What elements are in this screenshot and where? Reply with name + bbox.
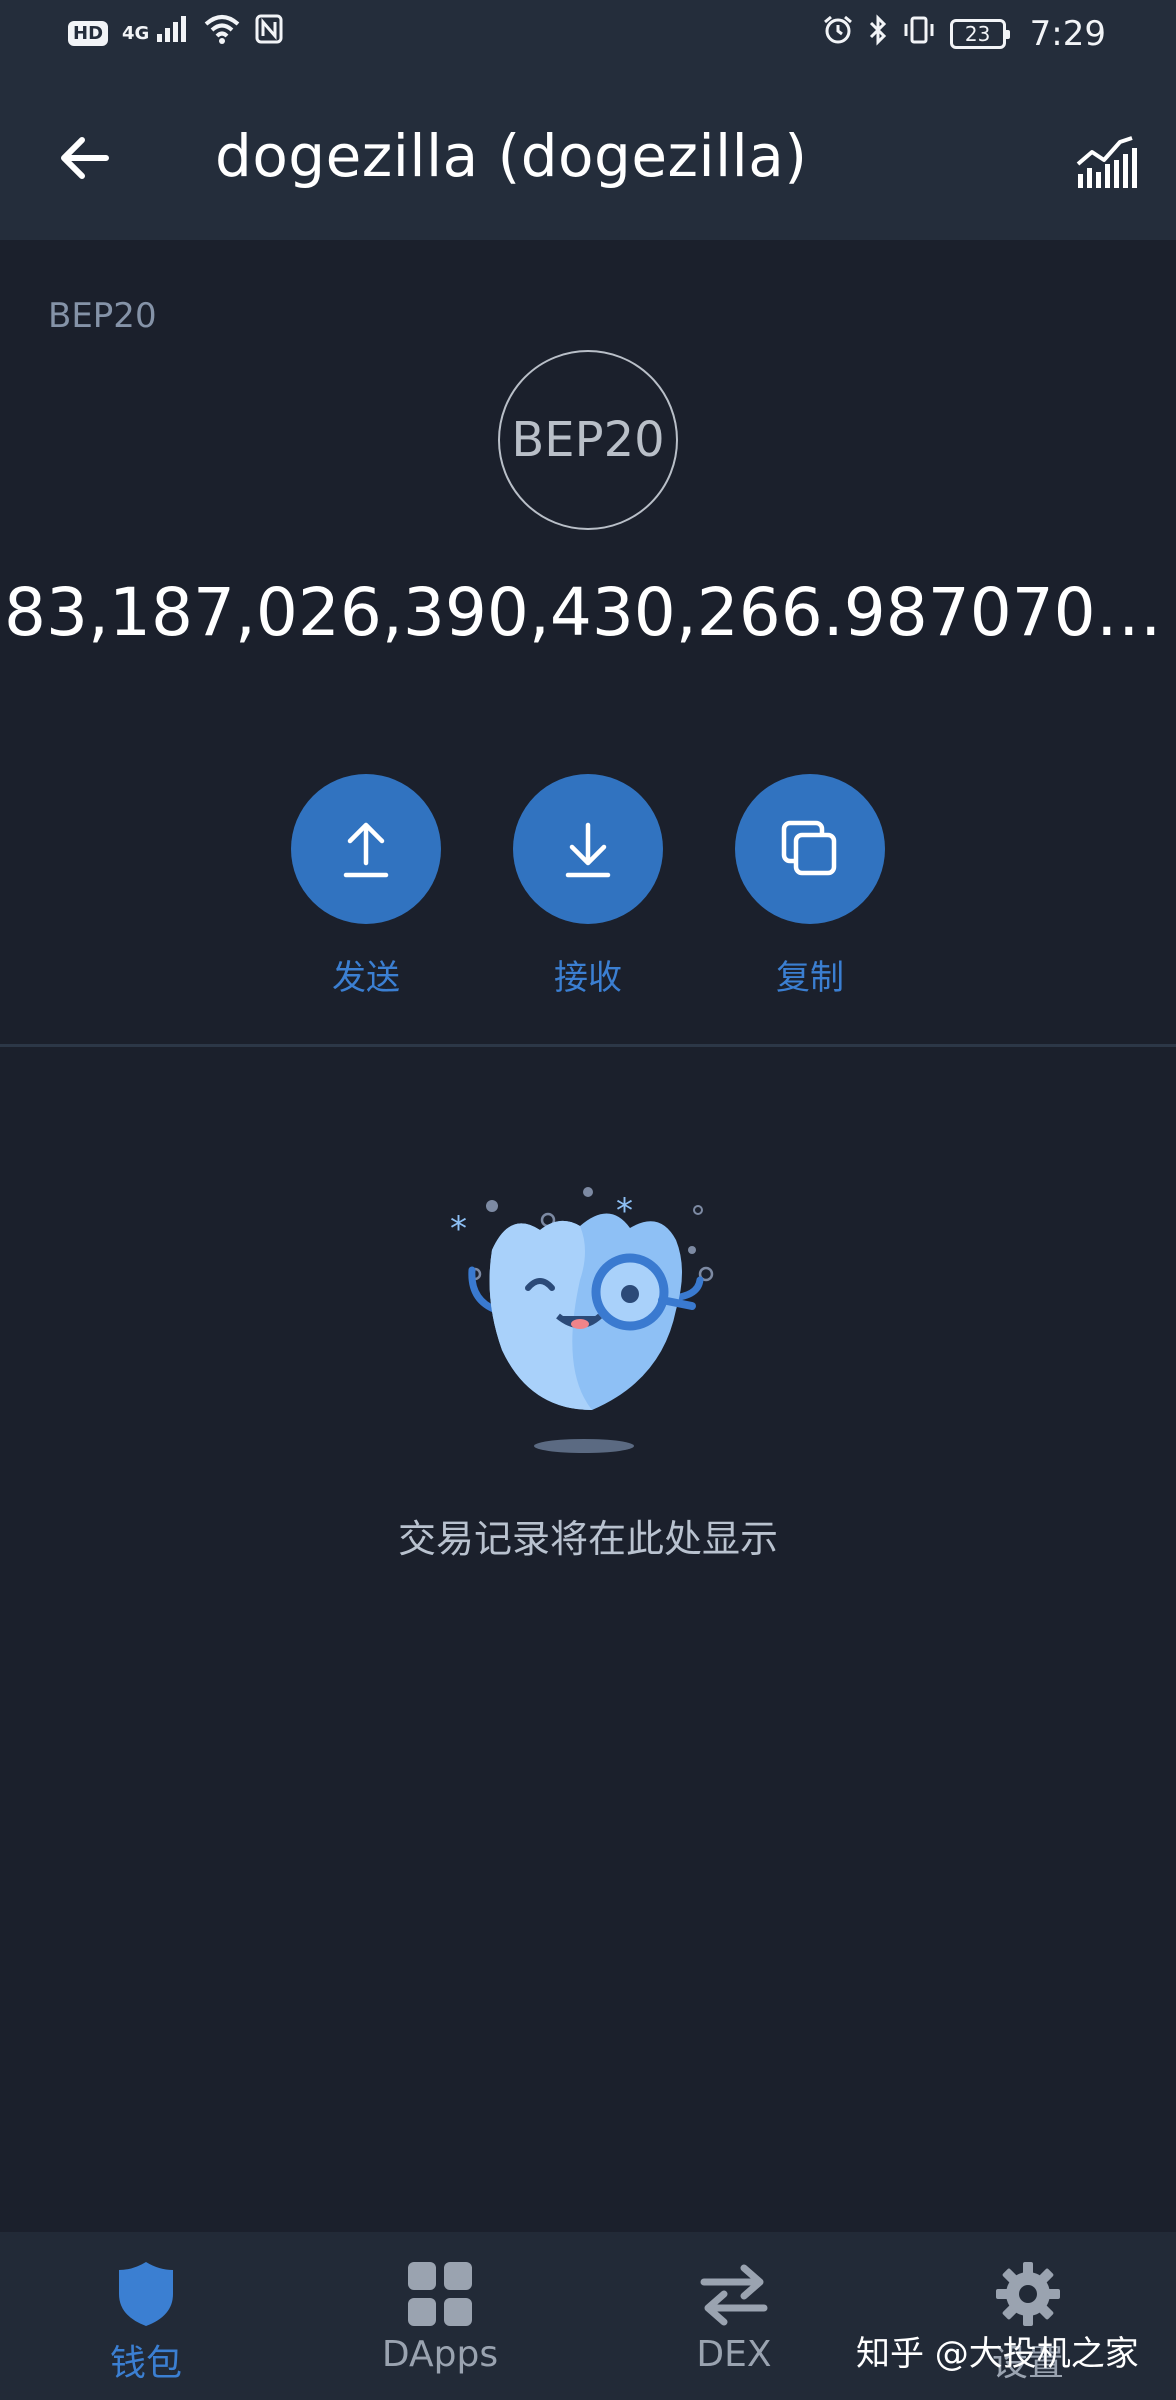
swap-icon [700, 2264, 768, 2326]
status-right: 23 7:29 [822, 14, 1106, 54]
signal-icon [155, 14, 189, 52]
gear-icon [996, 2262, 1060, 2326]
shield-icon [119, 2262, 173, 2326]
empty-state-text: 交易记录将在此处显示 [397, 1517, 778, 1561]
status-left: HD 4G [68, 14, 283, 52]
battery-icon: 23 [949, 19, 1010, 49]
empty-state-mascot-icon: * * [450, 1187, 714, 1453]
network-type: 4G [122, 22, 150, 44]
alarm-icon [822, 14, 854, 54]
receive-label: 接收 [554, 958, 622, 998]
nav-wallet-label: 钱包 [109, 2343, 182, 2384]
bottom-nav: 钱包 DApps DEX 设置 知乎 @大投机之家 [0, 2232, 1176, 2400]
market-chart-button[interactable] [1066, 122, 1146, 202]
copy-icon [781, 820, 837, 876]
market-chart-icon [1076, 136, 1137, 188]
vibrate-icon [902, 14, 936, 54]
download-icon [565, 822, 611, 878]
send-label: 发送 [332, 958, 400, 998]
send-button[interactable]: 发送 [286, 774, 446, 999]
nav-dex[interactable]: DEX [634, 2256, 834, 2375]
copy-button-circle[interactable] [735, 774, 885, 924]
bluetooth-icon [868, 14, 888, 54]
send-button-circle[interactable] [291, 774, 441, 924]
clock: 7:29 [1029, 14, 1106, 54]
token-balance: 83,187,026,390,430,266.98707069 d... [4, 574, 1176, 651]
nav-wallet[interactable]: 钱包 [46, 2256, 246, 2386]
watermark: 知乎 @大投机之家 [856, 2334, 1139, 2374]
grid-icon [408, 2262, 472, 2326]
copy-label: 复制 [776, 958, 844, 998]
receive-button[interactable]: 接收 [508, 774, 668, 999]
section-divider [0, 1044, 1176, 1047]
status-bar: HD 4G 23 7:29 [0, 0, 1176, 72]
copy-button[interactable]: 复制 [730, 774, 890, 999]
wifi-icon [203, 14, 241, 52]
back-button[interactable] [40, 114, 128, 202]
nav-dex-label: DEX [696, 2334, 772, 2375]
hd-badge: HD [68, 20, 109, 46]
page-title: dogezilla (dogezilla) [215, 122, 808, 190]
nfc-icon [255, 14, 283, 52]
token-logo-text: BEP20 [511, 412, 665, 468]
chain-label: BEP20 [48, 296, 157, 336]
arrow-left-icon [61, 137, 109, 179]
nav-dapps-label: DApps [381, 2334, 499, 2375]
receive-button-circle[interactable] [513, 774, 663, 924]
nav-dapps[interactable]: DApps [340, 2256, 540, 2375]
token-logo: BEP20 [498, 350, 678, 530]
svg-text:*: * [450, 1209, 467, 1249]
app-bar: dogezilla (dogezilla) [0, 72, 1176, 240]
token-card: BEP20 BEP20 83,187,026,390,430,266.98707… [0, 240, 1176, 1046]
upload-icon [343, 822, 389, 878]
